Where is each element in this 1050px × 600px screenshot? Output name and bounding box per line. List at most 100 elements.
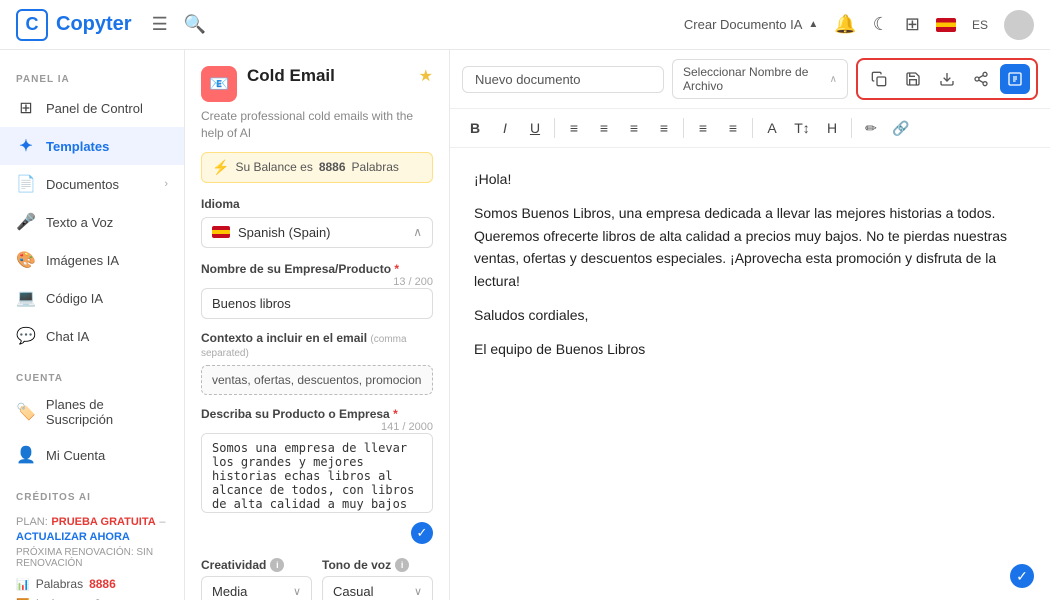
format-align-justify-button[interactable]: ≡ — [651, 115, 677, 141]
toolbar-download-icon[interactable] — [932, 64, 962, 94]
format-sep-3 — [752, 118, 753, 138]
editor-body[interactable]: ¡Hola! Somos Buenos Libros, una empresa … — [450, 148, 1050, 600]
nombre-required-star: * — [394, 262, 399, 276]
palabras-icon: 📊 — [16, 578, 30, 591]
creatividad-info-icon[interactable]: i — [270, 558, 284, 572]
sidebar-item-codigo[interactable]: 💻 Código IA — [0, 279, 184, 317]
tono-group: Tono de voz i Casual ∨ — [322, 558, 433, 600]
creatividad-caret-icon: ∨ — [293, 585, 301, 598]
format-list-unordered-button[interactable]: ≡ — [720, 115, 746, 141]
user-icon: 👤 — [16, 445, 36, 465]
sidebar-label-documentos: Documentos — [46, 177, 119, 192]
moon-icon[interactable]: ☾ — [873, 14, 889, 35]
toolbar-active-icon[interactable] — [1000, 64, 1030, 94]
format-sep-2 — [683, 118, 684, 138]
tag-icon: 🏷️ — [16, 402, 36, 422]
template-title: Cold Email — [247, 66, 409, 86]
balance-box: ⚡ Su Balance es 8886 Palabras — [201, 152, 433, 183]
balance-text: Su Balance es — [235, 160, 312, 174]
mic-icon: 🎤 — [16, 212, 36, 232]
confirm-check-icon[interactable]: ✓ — [411, 522, 433, 544]
panel-ia-label: PANEL IA — [0, 66, 184, 89]
describe-required-star: * — [393, 407, 398, 421]
file-selector-label: Seleccionar Nombre de Archivo — [683, 65, 824, 93]
sidebar-item-imagenes[interactable]: 🎨 Imágenes IA — [0, 241, 184, 279]
menu-icon[interactable]: ☰ — [152, 14, 168, 35]
describe-count: 141 / 2000 — [381, 421, 433, 433]
crear-label: Crear Documento IA — [684, 17, 803, 32]
tono-value: Casual — [333, 584, 373, 599]
plan-free-label: PRUEBA GRATUITA — [51, 516, 155, 528]
favorite-icon[interactable]: ★ — [419, 66, 433, 86]
editor-format-bar: B I U ≡ ≡ ≡ ≡ ≡ ≡ A T↕ H ✏ 🔗 — [450, 109, 1050, 148]
format-align-left-button[interactable]: ≡ — [561, 115, 587, 141]
format-link-button[interactable]: 🔗 — [888, 115, 914, 141]
template-desc: Create professional cold emails with the… — [201, 108, 433, 142]
creatividad-label: Creatividad i — [201, 558, 312, 572]
file-selector-caret-icon: ∧ — [830, 74, 837, 85]
creditos-label: CRÉDITOS AI — [0, 484, 184, 507]
language-selector[interactable]: Spanish (Spain) ∧ — [201, 217, 433, 248]
crear-documento-button[interactable]: Crear Documento IA ▲ — [684, 17, 818, 32]
file-selector[interactable]: Seleccionar Nombre de Archivo ∧ — [672, 59, 848, 99]
grid-icon[interactable]: ⊞ — [905, 14, 920, 35]
sidebar-label-chat: Chat IA — [46, 329, 89, 344]
editor-line-3: Somos Buenos Libros, una empresa dedicad… — [474, 202, 1026, 292]
format-list-ordered-button[interactable]: ≡ — [690, 115, 716, 141]
contexto-input[interactable] — [201, 365, 433, 395]
flag-icon — [936, 18, 956, 32]
renovacion-info: PRÓXIMA RENOVACIÓN: SIN RENOVACIÓN — [0, 545, 184, 573]
spanish-flag-icon — [212, 226, 230, 238]
creatividad-selector[interactable]: Media ∨ — [201, 576, 312, 600]
bell-icon[interactable]: 🔔 — [834, 14, 856, 35]
palabras-count: 8886 — [89, 577, 116, 591]
toolbar-copy-icon[interactable] — [864, 64, 894, 94]
format-font-color-button[interactable]: A — [759, 115, 785, 141]
chat-icon: 💬 — [16, 326, 36, 346]
sidebar-item-templates[interactable]: ✦ Templates — [0, 127, 184, 165]
sidebar: PANEL IA ⊞ Panel de Control ✦ Templates … — [0, 50, 185, 600]
toolbar-share-icon[interactable] — [966, 64, 996, 94]
format-align-center-button[interactable]: ≡ — [591, 115, 617, 141]
avatar[interactable] — [1004, 10, 1034, 40]
format-heading-button[interactable]: H — [819, 115, 845, 141]
toolbar-save-icon[interactable] — [898, 64, 928, 94]
tono-selector[interactable]: Casual ∨ — [322, 576, 433, 600]
creatividad-group: Creatividad i Media ∨ — [201, 558, 312, 600]
image-icon: 🎨 — [16, 250, 36, 270]
sidebar-label-templates: Templates — [46, 139, 109, 154]
sidebar-item-texto-voz[interactable]: 🎤 Texto a Voz — [0, 203, 184, 241]
form-header: 📧 Cold Email ★ — [201, 66, 433, 102]
sidebar-item-chat[interactable]: 💬 Chat IA — [0, 317, 184, 355]
format-underline-button[interactable]: U — [522, 115, 548, 141]
format-italic-button[interactable]: I — [492, 115, 518, 141]
plan-info: PLAN: PRUEBA GRATUITA – ACTUALIZAR AHORA — [0, 507, 184, 545]
language-caret-icon: ∧ — [413, 225, 422, 239]
sidebar-item-documentos[interactable]: 📄 Documentos › — [0, 165, 184, 203]
editor-line-5: Saludos cordiales, — [474, 304, 1026, 326]
sidebar-item-planes[interactable]: 🏷️ Planes de Suscripción — [0, 388, 184, 436]
describe-textarea[interactable]: Somos una empresa de llevar los grandes … — [201, 433, 433, 513]
lightning-icon: ⚡ — [212, 159, 229, 176]
palabras-info: 📊 Palabras 8886 — [0, 573, 184, 595]
format-align-right-button[interactable]: ≡ — [621, 115, 647, 141]
doc-name-input[interactable] — [462, 66, 664, 93]
nombre-input[interactable] — [201, 288, 433, 319]
tono-info-icon[interactable]: i — [395, 558, 409, 572]
language-value: Spanish (Spain) — [238, 225, 405, 240]
sidebar-item-panel-control[interactable]: ⊞ Panel de Control — [0, 89, 184, 127]
describe-label: Describa su Producto o Empresa * 141 / 2… — [201, 407, 433, 421]
format-bold-button[interactable]: B — [462, 115, 488, 141]
editor-confirm-check-icon[interactable]: ✓ — [1010, 564, 1034, 588]
search-icon[interactable]: 🔍 — [184, 14, 206, 35]
format-font-size-button[interactable]: T↕ — [789, 115, 815, 141]
sidebar-label-cuenta: Mi Cuenta — [46, 448, 105, 463]
content-area: 📧 Cold Email ★ Create professional cold … — [185, 50, 1050, 600]
logo[interactable]: C Copyter — [16, 9, 132, 41]
sidebar-label-panel-control: Panel de Control — [46, 101, 143, 116]
format-pen-button[interactable]: ✏ — [858, 115, 884, 141]
sidebar-label-texto-voz: Texto a Voz — [46, 215, 113, 230]
plan-upgrade-link[interactable]: ACTUALIZAR AHORA — [16, 531, 130, 543]
sidebar-item-cuenta[interactable]: 👤 Mi Cuenta — [0, 436, 184, 474]
editor-panel: Seleccionar Nombre de Archivo ∧ — [450, 50, 1050, 600]
